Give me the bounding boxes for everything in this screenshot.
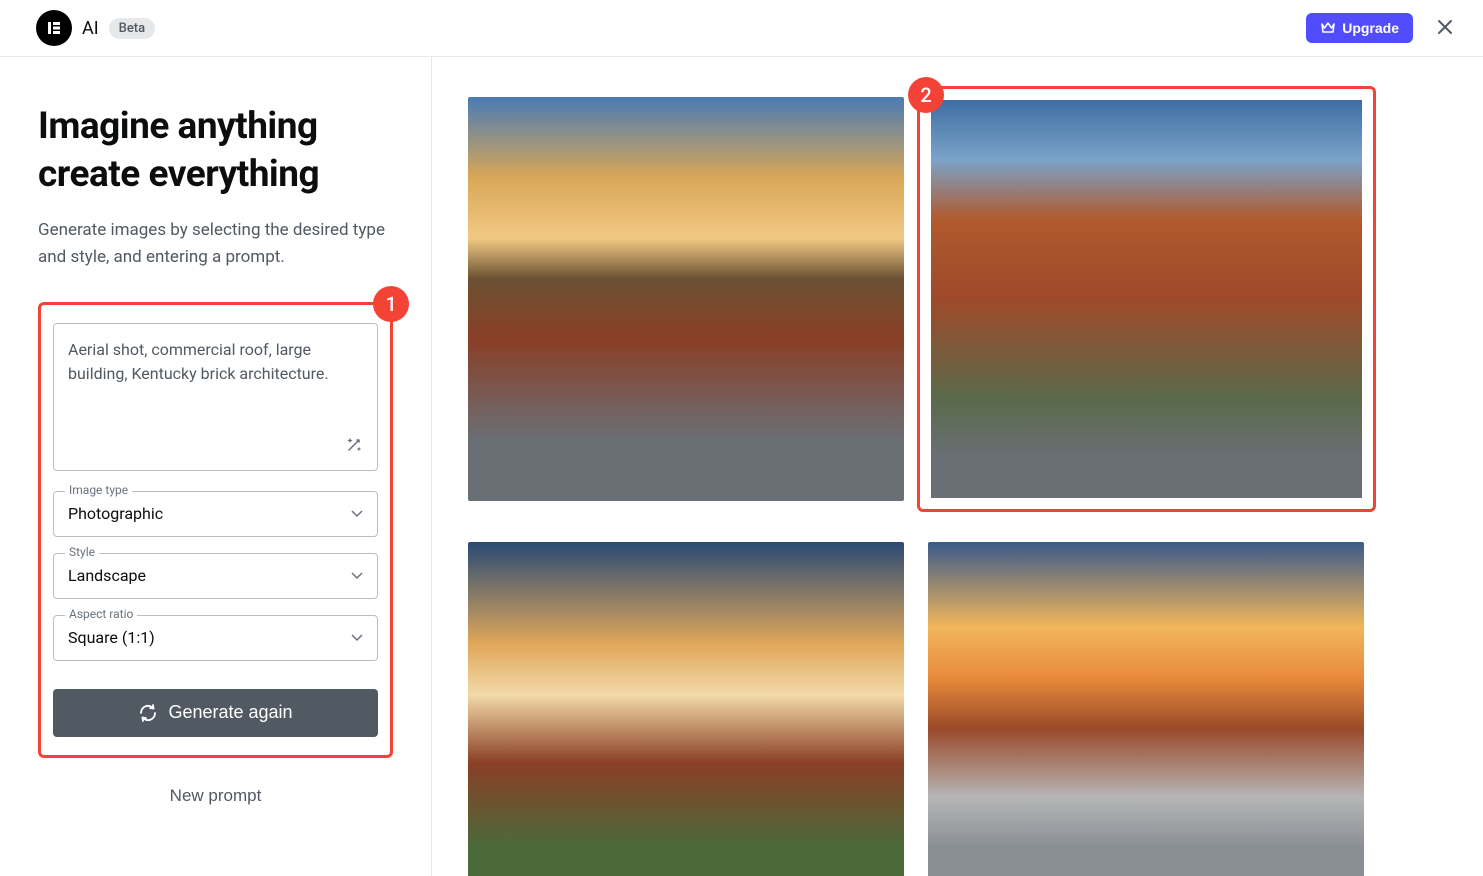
generate-again-label: Generate again [168,702,292,723]
image-placeholder [928,542,1364,876]
prompt-textarea-wrap [53,323,378,475]
image-gallery: 2 [432,57,1483,876]
header-right: Upgrade [1306,13,1459,44]
upgrade-label: Upgrade [1342,20,1399,36]
elementor-logo-icon [46,20,62,36]
generated-image-2[interactable] [917,86,1376,512]
generate-again-button[interactable]: Generate again [53,689,378,737]
gallery-grid: 2 [468,97,1447,876]
aspect-ratio-field: Aspect ratio Square (1:1) [53,615,378,661]
upgrade-button[interactable]: Upgrade [1306,13,1413,43]
image-type-label: Image type [65,483,132,497]
new-prompt-button[interactable]: New prompt [170,786,262,806]
image-placeholder [931,100,1362,498]
image-type-value: Photographic [68,504,163,523]
image-placeholder [468,97,904,501]
refresh-icon [138,703,158,723]
main-content: Imagine anything create everything Gener… [0,57,1483,876]
prompt-input[interactable] [53,323,378,471]
chevron-down-icon [351,572,363,580]
app-header: AI Beta Upgrade [0,0,1483,57]
sidebar-panel: Imagine anything create everything Gener… [0,57,432,876]
title-line-2: create everything [38,153,319,196]
style-field: Style Landscape [53,553,378,599]
generated-image-3[interactable] [468,542,904,876]
prompt-settings-box: 1 Image type Photographic [38,302,393,758]
chevron-down-icon [351,510,363,518]
elementor-logo [36,10,72,46]
style-label: Style [65,545,99,559]
annotation-badge-1: 1 [373,286,409,322]
style-value: Landscape [68,566,146,585]
image-placeholder [468,542,904,876]
beta-badge: Beta [109,18,156,39]
generated-image-4[interactable] [928,542,1364,876]
style-select[interactable]: Landscape [53,553,378,599]
aspect-ratio-select[interactable]: Square (1:1) [53,615,378,661]
crown-icon [1320,21,1336,35]
selected-image-wrap: 2 [928,97,1364,512]
enhance-wand-icon[interactable] [344,435,364,459]
header-left: AI Beta [36,10,155,46]
aspect-ratio-value: Square (1:1) [68,628,155,647]
title-line-1: Imagine anything [38,105,318,148]
logo-text: AI [82,18,99,39]
aspect-ratio-label: Aspect ratio [65,607,137,621]
image-type-select[interactable]: Photographic [53,491,378,537]
page-subtitle: Generate images by selecting the desired… [38,217,393,271]
generated-image-1[interactable] [468,97,904,501]
annotation-badge-2: 2 [908,77,944,113]
close-button[interactable] [1431,13,1459,44]
close-icon [1435,17,1455,37]
page-title: Imagine anything create everything [38,103,393,199]
image-type-field: Image type Photographic [53,491,378,537]
chevron-down-icon [351,634,363,642]
